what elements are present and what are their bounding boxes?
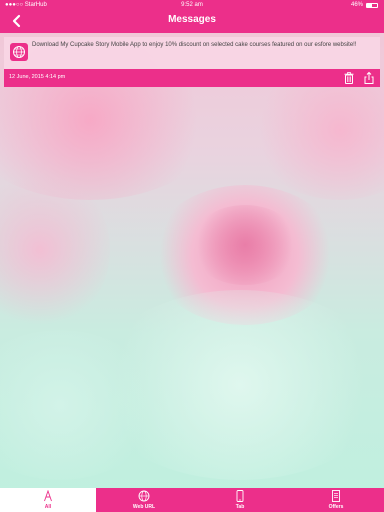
message-body: Download My Cupcake Story Mobile App to … — [4, 37, 380, 69]
header: ●●●○○ StarHub 9:52 am 46% Messages — [0, 0, 384, 33]
tab-all[interactable]: All — [0, 488, 96, 512]
clock-label: 9:52 am — [181, 2, 203, 8]
battery-icon — [366, 2, 378, 8]
tab-all-label: All — [44, 504, 52, 510]
page-title: Messages — [168, 14, 216, 25]
all-icon — [44, 490, 52, 502]
tablet-icon — [236, 490, 244, 502]
status-bar: ●●●○○ StarHub 9:52 am 46% — [0, 0, 384, 10]
globe-icon — [138, 490, 150, 502]
tab-offers[interactable]: Offers — [288, 488, 384, 512]
message-footer: 12 June, 2015 4:14 pm — [4, 69, 380, 87]
tab-web-url[interactable]: Web URL — [96, 488, 192, 512]
tab-tab-label: Tab — [235, 504, 245, 510]
message-text: Download My Cupcake Story Mobile App to … — [32, 42, 357, 48]
tab-bar: All Web URL Tab Offers — [0, 488, 384, 512]
document-icon — [332, 490, 340, 502]
share-button[interactable] — [362, 71, 376, 85]
tab-tab[interactable]: Tab — [192, 488, 288, 512]
battery-indicator: 46% — [351, 2, 378, 8]
share-icon — [364, 71, 374, 84]
delete-button[interactable] — [342, 71, 356, 85]
tab-offers-label: Offers — [328, 504, 344, 510]
tab-web-url-label: Web URL — [132, 504, 156, 510]
message-card[interactable]: Download My Cupcake Story Mobile App to … — [4, 37, 380, 87]
message-date: 12 June, 2015 4:14 pm — [9, 74, 66, 80]
battery-percent: 46% — [350, 2, 363, 8]
nav-bar: Messages — [0, 10, 384, 33]
trash-icon — [344, 72, 354, 84]
globe-icon — [10, 43, 28, 61]
